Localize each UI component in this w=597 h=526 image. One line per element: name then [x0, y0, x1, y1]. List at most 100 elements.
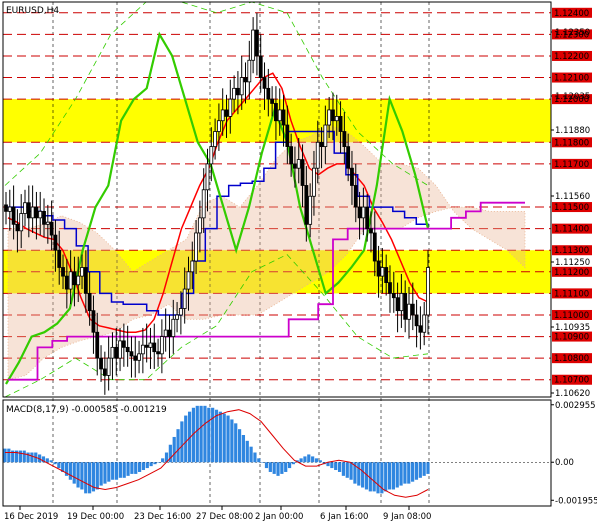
candle-body [220, 109, 225, 122]
macd-title: MACD(8,17,9) -0.000585 -0.001219 [6, 405, 167, 415]
candle-body [49, 221, 54, 236]
candle-body [312, 167, 316, 197]
chart-canvas: 1.124001.123001.122001.121001.120001.118… [0, 0, 597, 526]
candle-body [34, 206, 39, 219]
candle-body [289, 146, 294, 165]
candle-body [83, 267, 88, 294]
candle-body [418, 325, 423, 333]
candle-body [281, 109, 286, 126]
candle-body [19, 213, 24, 232]
macd-bar [161, 458, 165, 463]
candle-body [327, 109, 332, 126]
candle-body [285, 124, 290, 148]
candle-body [64, 275, 69, 290]
macd-bar [372, 462, 376, 492]
macd-bar [414, 462, 419, 480]
candle-body [30, 206, 35, 219]
candle-body [243, 77, 248, 83]
macd-bar [30, 452, 34, 463]
level-label-13: 1.10900 [554, 333, 589, 343]
price-scale-label-6: 1.10620 [555, 389, 590, 399]
candle-body [125, 346, 130, 353]
x-tick-label-2: 23 Dec 16:00 [134, 512, 191, 522]
candle-body [114, 346, 119, 359]
macd-bar [276, 462, 280, 476]
macd-bar [237, 429, 242, 463]
macd-bar [203, 405, 207, 463]
macd-scale-label-2: -0.001955 [555, 496, 597, 506]
macd-bar [180, 421, 184, 463]
macd-bar [341, 462, 345, 476]
candle-body [319, 141, 324, 148]
macd-bar [318, 460, 322, 463]
macd-bar [3, 448, 7, 463]
macd-bar [84, 462, 88, 494]
candle-body [68, 271, 73, 290]
macd-bar [214, 409, 219, 463]
candle-body [186, 271, 191, 290]
macd-bar [145, 462, 149, 469]
level-label-12: 1.11000 [554, 311, 589, 321]
candle-body [346, 146, 351, 169]
candle-body [361, 206, 366, 219]
candle-body [190, 260, 195, 273]
candle-body [274, 103, 278, 122]
price-scale-label-0: 1.12350 [555, 28, 590, 38]
candle-body [197, 217, 202, 234]
macd-bar [80, 462, 84, 490]
x-tick-label-1: 19 Dec 00:00 [67, 512, 124, 522]
macd-bar [395, 462, 399, 488]
macd-bar [299, 458, 303, 463]
macd-bar [107, 462, 111, 482]
macd-bar [391, 462, 395, 490]
candle-body [334, 115, 339, 122]
candle-body [353, 185, 358, 208]
candle-body [365, 206, 370, 230]
macd-scale-label-0: 0.002955 [555, 401, 596, 411]
level-label-6: 1.11700 [554, 160, 589, 170]
macd-bar [111, 462, 115, 480]
candle-body [57, 249, 62, 268]
candle-body [106, 357, 111, 376]
price-scale-label-5: 1.10935 [555, 323, 590, 333]
candle-body [144, 344, 149, 348]
candle-body [7, 206, 12, 212]
candle-body [217, 120, 221, 132]
macd-bar [76, 462, 80, 488]
candle-body [45, 221, 50, 225]
candle-body [80, 267, 84, 277]
macd-bar [149, 462, 153, 467]
candle-body [239, 77, 244, 96]
candle-body [338, 115, 343, 132]
candle-body [201, 189, 206, 219]
price-scale-label-2: 1.11880 [555, 126, 590, 136]
candle-body [407, 303, 411, 320]
level-label-10: 1.11200 [554, 268, 589, 278]
candle-body [277, 109, 282, 122]
macd-bar [307, 454, 311, 463]
candle-body [293, 163, 297, 169]
candle-body [205, 163, 210, 191]
macd-bar [234, 423, 238, 463]
macd-bar [199, 405, 203, 463]
macd-bar [337, 462, 342, 472]
candle-body [26, 202, 31, 219]
candle-body [87, 292, 92, 312]
macd-bar [426, 462, 430, 474]
macd-bar [334, 462, 338, 471]
candle-body [11, 206, 16, 225]
candle-body [426, 267, 430, 316]
macd-bar [257, 458, 261, 463]
candle-body [296, 159, 301, 169]
macd-bar [384, 462, 388, 492]
candle-body [236, 87, 240, 96]
chart-window: 1.12400 1.12300 1.12200 1.12100 1.12000 1.118… [0, 0, 597, 526]
macd-bar [184, 415, 188, 463]
macd-bar [218, 411, 222, 463]
macd-bar [411, 462, 415, 482]
macd-bar [95, 462, 99, 490]
macd-bar [99, 462, 103, 486]
level-label-2: 1.12200 [554, 52, 589, 62]
macd-bar [176, 429, 180, 463]
candle-body [171, 318, 176, 337]
